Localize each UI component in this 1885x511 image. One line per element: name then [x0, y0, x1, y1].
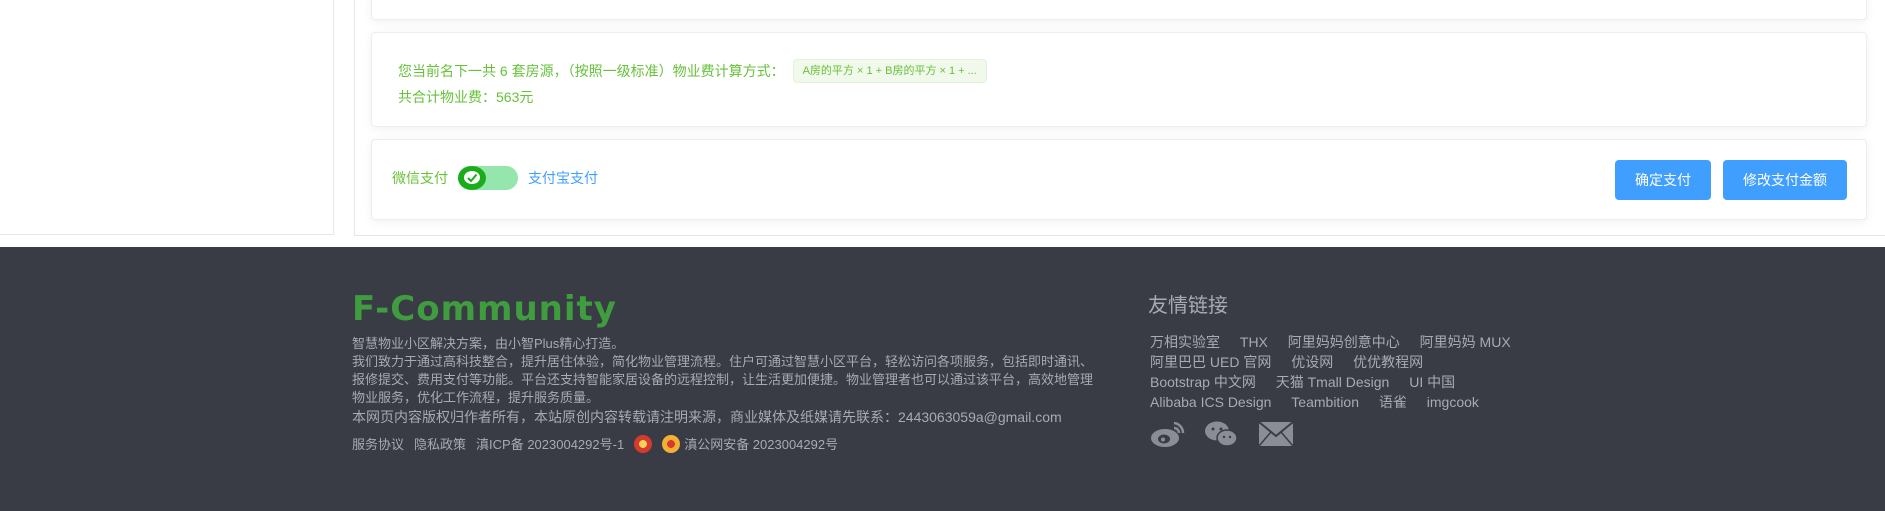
friend-link[interactable]: 阿里妈妈创意中心: [1288, 332, 1400, 352]
modify-amount-button[interactable]: 修改支付金额: [1723, 160, 1847, 200]
police-record-link[interactable]: 滇公网安备 2023004292号: [684, 434, 838, 453]
friend-link[interactable]: 天猫 Tmall Design: [1276, 372, 1390, 392]
footer-logo[interactable]: F-Community: [352, 289, 617, 329]
alipay-label[interactable]: 支付宝支付: [528, 168, 598, 188]
footer-legal-links: 服务协议 隐私政策 滇ICP备 2023004292号-1 滇公网安备 2023…: [352, 434, 848, 453]
footer-desc-line1: 智慧物业小区解决方案，由小智Plus精心打造。: [352, 336, 625, 351]
friend-link[interactable]: Alibaba ICS Design: [1150, 392, 1271, 412]
friend-link[interactable]: 万相实验室: [1150, 332, 1220, 352]
payment-method-switch[interactable]: [458, 166, 518, 190]
friend-links-list: 万相实验室 THX 阿里妈妈创意中心 阿里妈妈 MUX 阿里巴巴 UED 官网 …: [1150, 332, 1550, 412]
wechat-pay-label[interactable]: 微信支付: [392, 168, 448, 188]
friend-link[interactable]: 阿里巴巴 UED 官网: [1150, 352, 1271, 372]
billing-info-card: 您当前名下一共 6 套房源，（按照一级标准）物业费计算方式： A房的平方 × 1…: [371, 32, 1867, 127]
social-links: [1150, 420, 1312, 448]
privacy-policy-link[interactable]: 隐私政策: [414, 434, 466, 453]
police-badge-icon: [662, 434, 681, 453]
previous-card: [371, 0, 1867, 20]
friend-link[interactable]: 语雀: [1379, 392, 1407, 412]
site-footer: F-Community 智慧物业小区解决方案，由小智Plus精心打造。 我们致力…: [0, 247, 1885, 511]
friend-link[interactable]: imgcook: [1427, 392, 1479, 412]
friend-link[interactable]: 优优教程网: [1353, 352, 1423, 372]
wechat-icon: [458, 166, 486, 190]
friend-link[interactable]: 阿里妈妈 MUX: [1420, 332, 1511, 352]
billing-summary: 您当前名下一共 6 套房源，（按照一级标准）物业费计算方式： A房的平方 × 1…: [398, 59, 987, 83]
payment-card: 微信支付 支付宝支付 确定支付 修改支付金额: [371, 139, 1867, 220]
icp-link[interactable]: 滇ICP备 2023004292号-1: [476, 434, 624, 453]
wechat-icon[interactable]: [1204, 420, 1240, 448]
payment-method-selector: 微信支付 支付宝支付: [392, 166, 598, 190]
weibo-icon[interactable]: [1150, 420, 1186, 448]
service-agreement-link[interactable]: 服务协议: [352, 434, 404, 453]
footer-description: 智慧物业小区解决方案，由小智Plus精心打造。 我们致力于通过高科技整合，提升居…: [352, 335, 1098, 407]
left-sidebar-panel: [0, 0, 334, 235]
footer-copyright: 本网页内容版权归作者所有，本站原创内容转载请注明来源，商业媒体及纸媒请先联系：2…: [352, 409, 1062, 425]
friend-link[interactable]: Bootstrap 中文网: [1150, 372, 1256, 392]
mail-icon[interactable]: [1258, 420, 1294, 448]
friend-link[interactable]: 优设网: [1291, 352, 1333, 372]
formula-tag: A房的平方 × 1 + B房的平方 × 1 + ...: [792, 59, 987, 83]
confirm-payment-button[interactable]: 确定支付: [1615, 160, 1711, 200]
icp-emblem-icon: [634, 434, 653, 453]
friend-link[interactable]: THX: [1240, 332, 1268, 352]
billing-summary-text: 您当前名下一共 6 套房源，（按照一级标准）物业费计算方式：: [398, 63, 785, 79]
total-fee-text: 共合计物业费：563元: [398, 89, 534, 105]
friend-link[interactable]: UI 中国: [1409, 372, 1455, 392]
friend-link[interactable]: Teambition: [1291, 392, 1359, 412]
friend-links-title: 友情链接: [1148, 295, 1228, 317]
footer-desc-body: 我们致力于通过高科技整合，提升居住体验，简化物业管理流程。住户可通过智慧小区平台…: [352, 354, 1094, 405]
